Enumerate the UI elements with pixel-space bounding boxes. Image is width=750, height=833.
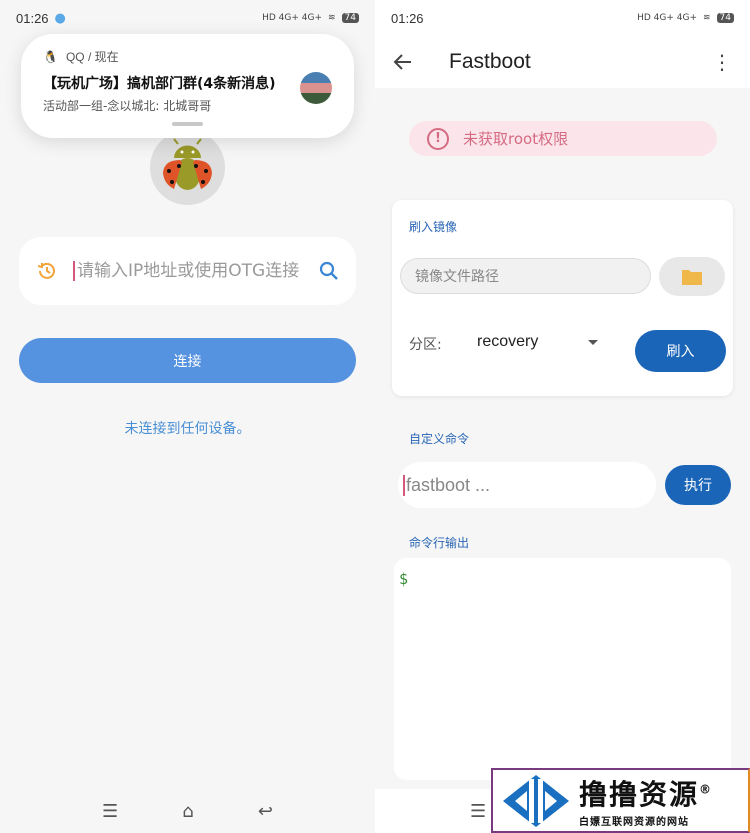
ip-input-placeholder: 请输入IP地址或使用OTG连接: [73, 261, 318, 281]
app-logo: [150, 130, 225, 205]
flash-button[interactable]: 刷入: [635, 330, 726, 372]
image-path-input[interactable]: 镜像文件路径: [400, 258, 651, 294]
watermark-logo-text: 撸撸资源®: [579, 778, 714, 811]
search-icon[interactable]: [318, 260, 340, 282]
command-placeholder: fastboot ...: [403, 474, 490, 496]
command-output: $: [394, 558, 731, 780]
custom-command-label: 自定义命令: [409, 432, 470, 446]
status-time: 01:26: [391, 10, 424, 26]
status-time: 01:26: [16, 10, 49, 26]
watermark-tagline-art: 白嫖互联网资源的网站: [579, 817, 689, 828]
connection-status: 未连接到任何设备。: [124, 421, 251, 437]
wifi-icon: ≋: [703, 13, 711, 23]
partition-label: 分区:: [409, 337, 442, 353]
flash-image-card: 刷入镜像 镜像文件路径 分区: recovery 刷入: [392, 200, 733, 396]
watermark-emblem-icon: [503, 774, 569, 827]
home-icon[interactable]: ⌂: [182, 801, 193, 822]
menu-icon[interactable]: ☰: [102, 801, 118, 822]
command-input[interactable]: fastboot ...: [398, 462, 656, 508]
signal-icons: HD 4G+ 4G+: [262, 13, 322, 23]
nav-bar: ☰ ⌂ ↩: [0, 789, 375, 833]
battery-indicator: 74: [341, 13, 359, 23]
status-bar: 01:26 HD 4G+ 4G+ ≋ 74: [375, 0, 750, 36]
notification-app: QQ / 现在: [65, 50, 119, 64]
signal-icons: HD 4G+ 4G+: [637, 13, 697, 23]
drag-handle[interactable]: [172, 122, 203, 126]
menu-icon[interactable]: ☰: [470, 801, 486, 822]
alert-icon: !: [427, 127, 449, 150]
battery-indicator: 74: [716, 13, 734, 23]
folder-icon: [682, 269, 702, 285]
more-options-icon[interactable]: ⋮: [712, 50, 732, 74]
partition-dropdown[interactable]: recovery: [477, 333, 538, 351]
page-title: Fastboot: [449, 50, 531, 73]
browse-folder-button[interactable]: [659, 257, 725, 296]
back-icon[interactable]: ↩: [258, 801, 273, 822]
root-warning: ! 未获取root权限: [409, 121, 717, 156]
connect-screen: 01:26 ● HD 4G+ 4G+ ≋ 74 🐧 QQ / 现在 【玩机广场】搞机部…: [0, 0, 375, 833]
avatar: [300, 72, 332, 104]
flash-section-label: 刷入镜像: [409, 220, 458, 234]
app-bar: Fastboot ⋮: [375, 36, 750, 88]
wifi-icon: ≋: [328, 13, 336, 23]
back-arrow-icon[interactable]: [393, 52, 413, 72]
notification-title: 【玩机广场】搞机部门群(4条新消息): [43, 76, 276, 92]
shell-prompt: $: [399, 570, 409, 588]
execute-button[interactable]: 执行: [665, 465, 731, 505]
history-icon[interactable]: [35, 259, 59, 283]
status-bar: 01:26 ● HD 4G+ 4G+ ≋ 74: [0, 0, 375, 36]
root-warning-text: 未获取root权限: [463, 130, 569, 148]
image-path-placeholder: 镜像文件路径: [415, 269, 499, 285]
output-label: 命令行输出: [409, 536, 470, 550]
notification-body: 活动部一组-念以城北: 北城哥哥: [43, 99, 212, 113]
notification-banner[interactable]: 🐧 QQ / 现在 【玩机广场】搞机部门群(4条新消息) 活动部一组-念以城北: …: [21, 34, 354, 138]
ip-input[interactable]: 请输入IP地址或使用OTG连接: [19, 237, 356, 305]
qq-penguin-icon: 🐧: [43, 49, 58, 64]
fastboot-screen: 01:26 HD 4G+ 4G+ ≋ 74 Fastboot ⋮ ! 未获取root…: [375, 0, 750, 833]
connect-button[interactable]: 连接: [19, 338, 356, 383]
qq-icon: ●: [54, 10, 66, 26]
dropdown-caret-icon[interactable]: [588, 340, 598, 345]
watermark-logo: 撸撸资源® 白嫖互联网资源的网站: [491, 768, 750, 833]
